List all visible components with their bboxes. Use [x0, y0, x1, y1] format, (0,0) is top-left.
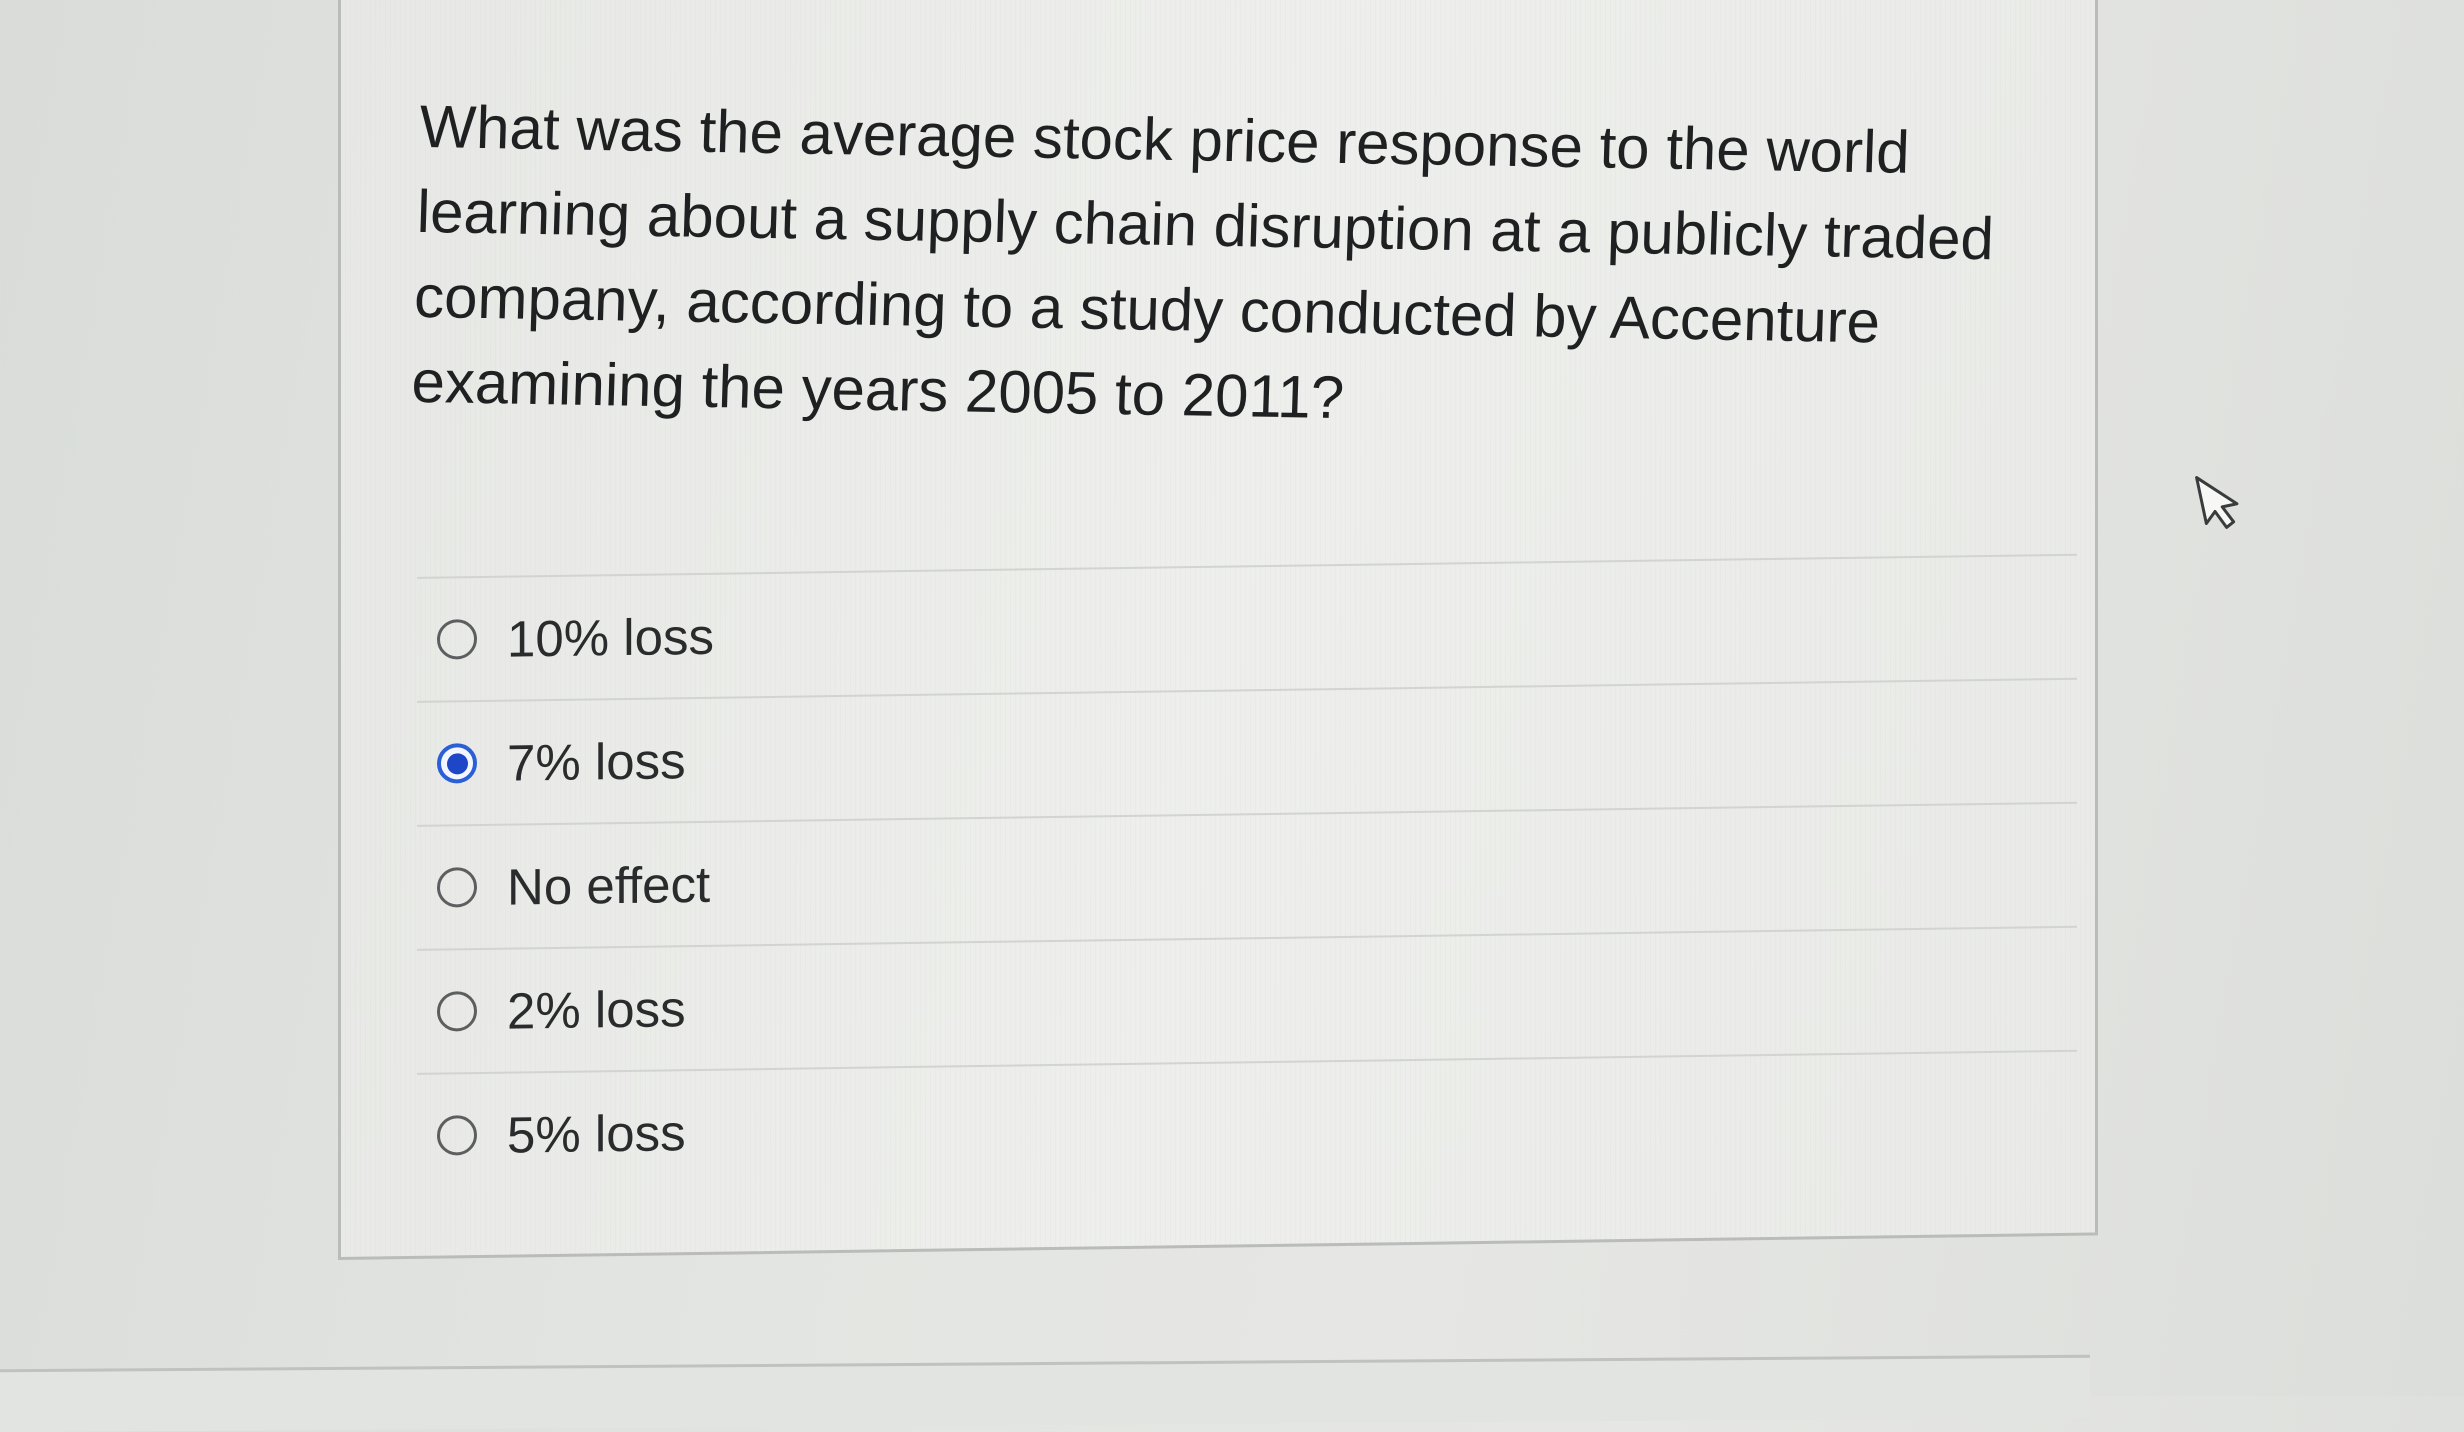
radio-button[interactable]	[437, 991, 477, 1032]
answer-label: 2% loss	[507, 979, 686, 1040]
answer-option-10-percent-loss[interactable]: 10% loss	[417, 555, 2077, 703]
mouse-pointer-icon	[2195, 476, 2239, 529]
screen: What was the average stock price respons…	[0, 0, 2464, 1432]
answer-option-5-percent-loss[interactable]: 5% loss	[417, 1052, 2077, 1197]
answer-label: 5% loss	[507, 1103, 686, 1164]
answer-option-2-percent-loss[interactable]: 2% loss	[417, 927, 2077, 1075]
answer-label: 7% loss	[507, 731, 686, 792]
answer-label: No effect	[507, 855, 711, 916]
radio-button-selected[interactable]	[437, 743, 477, 784]
radio-button[interactable]	[437, 867, 477, 908]
answer-option-no-effect[interactable]: No effect	[417, 803, 2077, 951]
radio-button[interactable]	[437, 619, 477, 660]
radio-button[interactable]	[437, 1115, 477, 1156]
answer-list: 10% loss 7% loss No effect 2% loss 5% lo…	[417, 553, 2077, 1197]
answer-option-7-percent-loss[interactable]: 7% loss	[417, 679, 2077, 827]
answer-label: 10% loss	[507, 607, 714, 668]
question-card: What was the average stock price respons…	[338, 0, 2098, 1260]
next-question-card-edge	[0, 1354, 2090, 1432]
question-text: What was the average stock price respons…	[410, 92, 1995, 432]
